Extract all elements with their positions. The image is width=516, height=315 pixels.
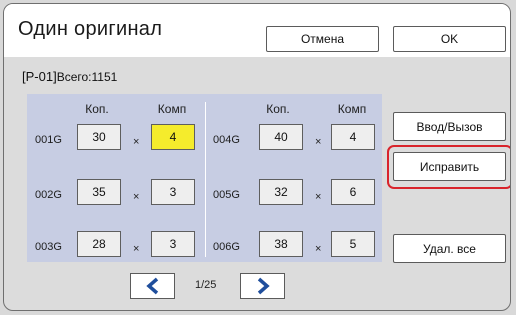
prev-page-button[interactable] xyxy=(130,273,175,299)
dialog-window: Один оригинал Отмена OK [P-01]Всего:1151… xyxy=(3,3,511,311)
total-count: Всего:1151 xyxy=(56,70,118,84)
program-info: [P-01]Всего:1151 xyxy=(22,69,117,84)
copies-cell[interactable]: 32 xyxy=(259,179,303,205)
copies-cell[interactable]: 28 xyxy=(77,231,121,257)
group-label: 006G xyxy=(213,241,240,253)
group-label: 003G xyxy=(35,241,62,253)
multiply-sign: × xyxy=(133,191,140,203)
enter-recall-button[interactable]: Ввод/Вызов xyxy=(393,112,506,141)
dialog-header: Один оригинал Отмена OK xyxy=(4,4,510,57)
copies-header-left: Коп. xyxy=(85,102,109,116)
cancel-button[interactable]: Отмена xyxy=(266,26,379,52)
chevron-right-icon xyxy=(257,277,270,295)
program-table: Коп. Комп Коп. Комп 001G 30 × 4 002G 35 … xyxy=(27,94,382,262)
group-label: 005G xyxy=(213,189,240,201)
group-label: 001G xyxy=(35,134,62,146)
sets-cell[interactable]: 5 xyxy=(331,231,375,257)
sets-cell[interactable]: 4 xyxy=(331,124,375,150)
next-page-button[interactable] xyxy=(240,273,285,299)
sets-cell-selected[interactable]: 4 xyxy=(151,124,195,150)
delete-all-button[interactable]: Удал. все xyxy=(393,234,506,263)
multiply-sign: × xyxy=(315,243,322,255)
copies-cell[interactable]: 38 xyxy=(259,231,303,257)
sets-cell[interactable]: 6 xyxy=(331,179,375,205)
dialog-title: Один оригинал xyxy=(18,18,163,40)
sets-header-left: Комп xyxy=(157,102,187,116)
group-label: 002G xyxy=(35,189,62,201)
chevron-left-icon xyxy=(145,277,158,295)
sets-cell[interactable]: 3 xyxy=(151,231,195,257)
multiply-sign: × xyxy=(315,191,322,203)
copies-header-right: Коп. xyxy=(266,102,290,116)
column-divider xyxy=(205,102,206,257)
multiply-sign: × xyxy=(133,243,140,255)
group-label: 004G xyxy=(213,134,240,146)
multiply-sign: × xyxy=(315,136,322,148)
multiply-sign: × xyxy=(133,136,140,148)
copies-cell[interactable]: 40 xyxy=(259,124,303,150)
program-number: [P-01] xyxy=(22,69,57,84)
edit-button[interactable]: Исправить xyxy=(393,152,506,181)
ok-button[interactable]: OK xyxy=(393,26,506,52)
copies-cell[interactable]: 30 xyxy=(77,124,121,150)
sets-cell[interactable]: 3 xyxy=(151,179,195,205)
sets-header-right: Комп xyxy=(337,102,367,116)
copies-cell[interactable]: 35 xyxy=(77,179,121,205)
page-indicator: 1/25 xyxy=(195,279,217,291)
